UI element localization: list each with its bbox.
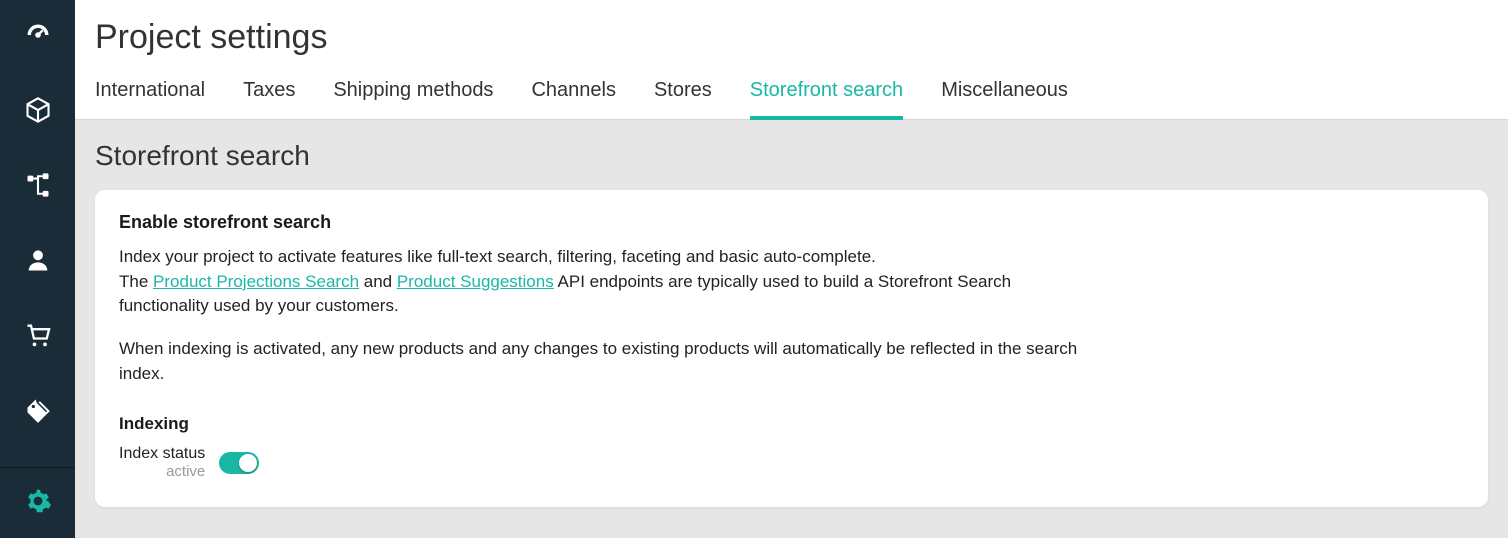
index-status-row: Index status active <box>119 444 1464 481</box>
tab-channels[interactable]: Channels <box>531 79 616 120</box>
dashboard-icon <box>24 21 52 54</box>
index-status-text: Index status active <box>119 444 205 481</box>
indexing-subheading: Indexing <box>119 414 1464 434</box>
orders-icon <box>24 321 52 354</box>
link-product-projections-search[interactable]: Product Projections Search <box>153 272 359 291</box>
section-title: Storefront search <box>95 140 1488 172</box>
content: Storefront search Enable storefront sear… <box>75 120 1508 527</box>
card-paragraph-1: Index your project to activate features … <box>119 245 1079 319</box>
tab-stores[interactable]: Stores <box>654 79 712 120</box>
index-status-label: Index status <box>119 444 205 463</box>
sidebar-item-discounts[interactable] <box>0 375 75 450</box>
header: Project settings International Taxes Shi… <box>75 0 1508 120</box>
card-heading: Enable storefront search <box>119 212 1464 233</box>
indexing-toggle[interactable] <box>219 452 259 474</box>
discounts-icon <box>24 396 52 429</box>
sidebar-item-products[interactable] <box>0 75 75 150</box>
categories-icon <box>24 171 52 204</box>
products-icon <box>24 96 52 129</box>
tabs: International Taxes Shipping methods Cha… <box>95 79 1488 119</box>
card-text: The <box>119 272 153 291</box>
card-paragraph-2: When indexing is activated, any new prod… <box>119 337 1079 386</box>
page-title: Project settings <box>95 18 1488 57</box>
card-text: and <box>359 272 397 291</box>
tab-storefront-search[interactable]: Storefront search <box>750 79 903 120</box>
storefront-search-card: Enable storefront search Index your proj… <box>95 190 1488 507</box>
sidebar-item-orders[interactable] <box>0 300 75 375</box>
sidebar-item-categories[interactable] <box>0 150 75 225</box>
link-product-suggestions[interactable]: Product Suggestions <box>397 272 554 291</box>
index-status-value: active <box>119 463 205 481</box>
toggle-knob <box>239 454 257 472</box>
card-body: Index your project to activate features … <box>119 245 1079 386</box>
sidebar-item-settings[interactable] <box>0 468 75 538</box>
sidebar-item-dashboard[interactable] <box>0 0 75 75</box>
tab-taxes[interactable]: Taxes <box>243 79 295 120</box>
card-text: Index your project to activate features … <box>119 247 876 266</box>
tab-miscellaneous[interactable]: Miscellaneous <box>941 79 1068 120</box>
tab-international[interactable]: International <box>95 79 205 120</box>
customers-icon <box>24 246 52 279</box>
sidebar-item-customers[interactable] <box>0 225 75 300</box>
settings-icon <box>24 487 52 520</box>
sidebar <box>0 0 75 538</box>
main-area: Project settings International Taxes Shi… <box>75 0 1508 538</box>
tab-shipping-methods[interactable]: Shipping methods <box>333 79 493 120</box>
